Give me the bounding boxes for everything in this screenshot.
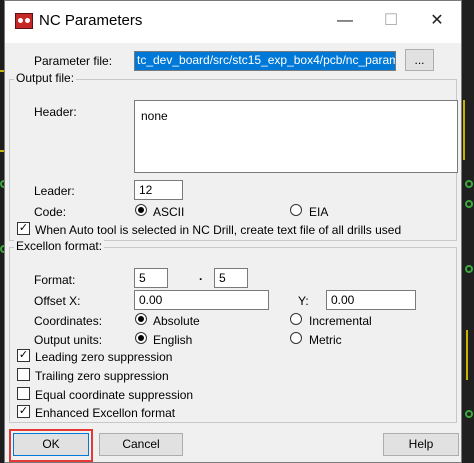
format-decimal-input[interactable]: 5 bbox=[214, 268, 248, 288]
offset-y-label: Y: bbox=[298, 294, 309, 308]
coord-absolute-label: Absolute bbox=[153, 314, 200, 328]
window-title: NC Parameters bbox=[39, 12, 143, 29]
title-bar: NC Parameters — ☐ ✕ bbox=[5, 1, 461, 43]
leader-input[interactable]: 12 bbox=[134, 180, 183, 200]
format-label: Format: bbox=[34, 273, 76, 287]
browse-button[interactable]: ... bbox=[405, 49, 434, 71]
help-button[interactable]: Help bbox=[383, 433, 459, 456]
minimize-button[interactable]: — bbox=[323, 7, 367, 35]
offset-x-label: Offset X: bbox=[34, 294, 81, 308]
units-english-label: English bbox=[153, 333, 193, 347]
header-label: Header: bbox=[34, 105, 77, 119]
coordinates-label: Coordinates: bbox=[34, 314, 103, 328]
coord-absolute-radio[interactable] bbox=[135, 313, 147, 325]
trailing-zero-checkbox[interactable] bbox=[17, 368, 30, 381]
maximize-button[interactable]: ☐ bbox=[369, 7, 413, 35]
leader-label: Leader: bbox=[34, 184, 75, 198]
background-right-strip bbox=[462, 0, 474, 463]
enhanced-excellon-label: Enhanced Excellon format bbox=[35, 406, 176, 420]
pcb-pad bbox=[465, 410, 473, 418]
equal-coordinate-checkbox[interactable] bbox=[17, 387, 30, 400]
code-ascii-label: ASCII bbox=[153, 205, 185, 219]
offset-y-input[interactable]: 0.00 bbox=[326, 290, 416, 310]
units-metric-radio[interactable] bbox=[290, 332, 302, 344]
units-english-radio[interactable] bbox=[135, 332, 147, 344]
pcb-pad bbox=[465, 265, 473, 273]
auto-tool-label: When Auto tool is selected in NC Drill, … bbox=[35, 223, 402, 237]
code-label: Code: bbox=[34, 205, 67, 219]
close-button[interactable]: ✕ bbox=[415, 7, 459, 35]
parameter-file-label: Parameter file: bbox=[34, 54, 113, 68]
cancel-button[interactable]: Cancel bbox=[99, 433, 183, 456]
format-separator: . bbox=[199, 269, 203, 283]
auto-tool-checkbox[interactable]: ✓ bbox=[17, 222, 30, 235]
code-eia-radio[interactable] bbox=[290, 204, 302, 216]
parameter-file-input[interactable]: tc_dev_board/src/stc15_exp_box4/pcb/nc_p… bbox=[134, 51, 396, 71]
pcb-pad bbox=[465, 180, 473, 188]
trailing-zero-label: Trailing zero suppression bbox=[35, 369, 169, 383]
nc-app-icon bbox=[15, 13, 33, 29]
coord-incremental-label: Incremental bbox=[309, 314, 372, 328]
pcb-pad bbox=[465, 200, 473, 208]
leading-zero-checkbox[interactable]: ✓ bbox=[17, 349, 30, 362]
output-units-label: Output units: bbox=[34, 333, 103, 347]
pcb-trace bbox=[466, 330, 468, 380]
header-textarea[interactable]: none bbox=[134, 100, 458, 173]
offset-x-input[interactable]: 0.00 bbox=[134, 290, 269, 310]
code-eia-label: EIA bbox=[309, 205, 329, 219]
ok-button-highlight bbox=[9, 429, 93, 462]
pcb-trace bbox=[463, 100, 465, 160]
leading-zero-label: Leading zero suppression bbox=[35, 350, 173, 364]
code-ascii-radio[interactable] bbox=[135, 204, 147, 216]
output-file-group-label: Output file: bbox=[14, 71, 77, 85]
nc-parameters-dialog: NC Parameters — ☐ ✕ Parameter file: tc_d… bbox=[4, 0, 462, 463]
coord-incremental-radio[interactable] bbox=[290, 313, 302, 325]
equal-coordinate-label: Equal coordinate suppression bbox=[35, 388, 194, 402]
excellon-format-group-label: Excellon format: bbox=[14, 239, 105, 253]
enhanced-excellon-checkbox[interactable]: ✓ bbox=[17, 405, 30, 418]
format-integer-input[interactable]: 5 bbox=[134, 268, 168, 288]
units-metric-label: Metric bbox=[309, 333, 342, 347]
